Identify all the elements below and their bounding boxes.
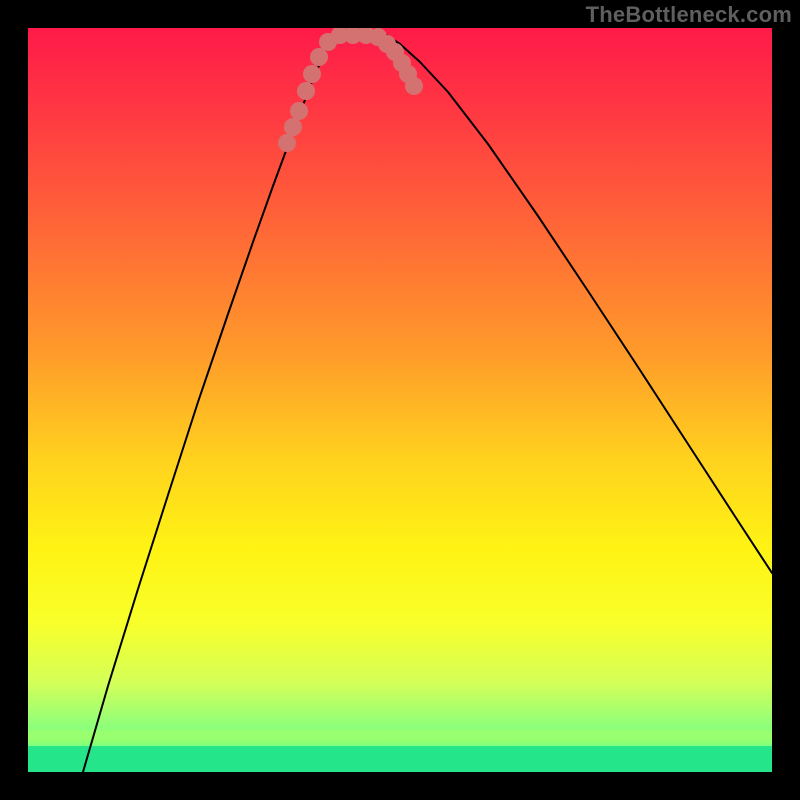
bottleneck-chart [28, 28, 772, 772]
chart-stage: TheBottleneck.com [0, 0, 800, 800]
plot-area [28, 28, 772, 772]
watermark-text: TheBottleneck.com [586, 2, 792, 28]
